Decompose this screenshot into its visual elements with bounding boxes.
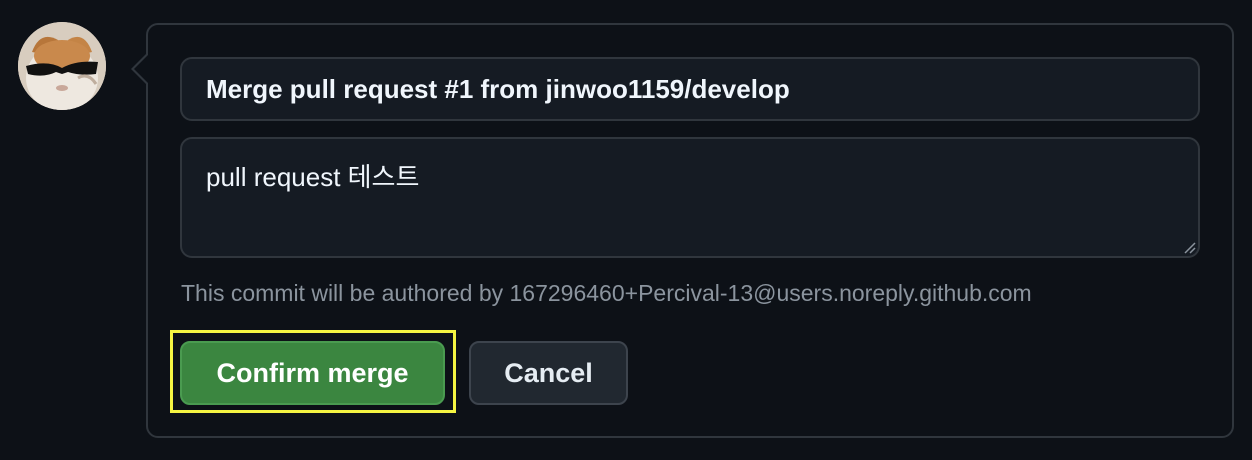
commit-author-note: This commit will be authored by 16729646…: [181, 280, 1032, 306]
confirm-merge-button[interactable]: Confirm merge: [180, 341, 445, 405]
commit-title-input[interactable]: [180, 57, 1200, 121]
cancel-button[interactable]: Cancel: [469, 341, 628, 405]
resize-handle-icon[interactable]: [1182, 240, 1196, 254]
commit-message-textarea[interactable]: pull request 테스트: [180, 137, 1200, 258]
cat-avatar-icon: [18, 22, 106, 110]
user-avatar[interactable]: [18, 22, 106, 110]
